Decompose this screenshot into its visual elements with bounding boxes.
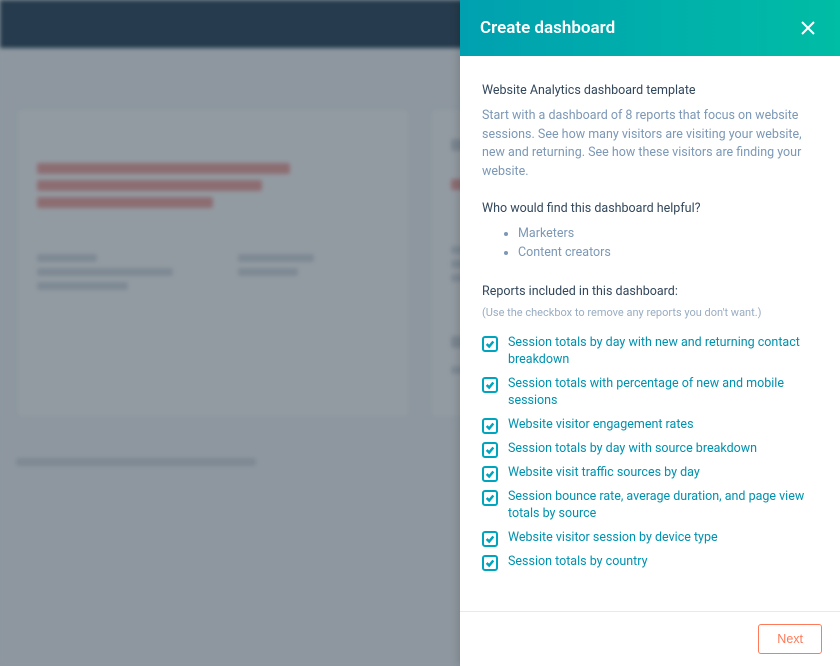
report-checkbox[interactable] — [482, 418, 498, 434]
report-row: Website visitor session by device type — [482, 530, 818, 547]
report-label: Session bounce rate, average duration, a… — [508, 489, 818, 523]
report-row: Session bounce rate, average duration, a… — [482, 489, 818, 523]
drawer-title: Create dashboard — [480, 18, 615, 38]
helpful-list-item: Content creators — [518, 244, 818, 263]
drawer-footer: Next — [460, 611, 840, 666]
check-icon — [485, 558, 495, 568]
helpful-list-item: Marketers — [518, 225, 818, 244]
check-icon — [485, 493, 495, 503]
reports-list: Session totals by day with new and retur… — [482, 335, 818, 570]
report-row: Session totals by day with source breakd… — [482, 441, 818, 458]
report-label: Session totals with percentage of new an… — [508, 376, 818, 410]
report-row: Session totals by country — [482, 554, 818, 571]
report-label: Session totals by day with source breakd… — [508, 441, 757, 458]
report-row: Website visit traffic sources by day — [482, 465, 818, 482]
report-label: Session totals by day with new and retur… — [508, 335, 818, 369]
close-button[interactable] — [796, 16, 820, 40]
report-checkbox[interactable] — [482, 442, 498, 458]
report-row: Session totals with percentage of new an… — [482, 376, 818, 410]
template-name: Website Analytics dashboard template — [482, 82, 818, 101]
create-dashboard-drawer: Create dashboard Website Analytics dashb… — [460, 0, 840, 666]
drawer-body: Website Analytics dashboard template Sta… — [460, 56, 840, 611]
report-label: Session totals by country — [508, 554, 647, 571]
report-checkbox[interactable] — [482, 490, 498, 506]
report-checkbox[interactable] — [482, 555, 498, 571]
report-label: Website visitor engagement rates — [508, 417, 694, 434]
report-checkbox[interactable] — [482, 466, 498, 482]
reports-note: (Use the checkbox to remove any reports … — [482, 305, 818, 322]
close-icon — [800, 20, 816, 36]
template-description: Start with a dashboard of 8 reports that… — [482, 107, 818, 182]
report-label: Website visitor session by device type — [508, 530, 718, 547]
report-checkbox[interactable] — [482, 377, 498, 393]
drawer-header: Create dashboard — [460, 0, 840, 56]
check-icon — [485, 534, 495, 544]
check-icon — [485, 380, 495, 390]
report-checkbox[interactable] — [482, 531, 498, 547]
report-row: Website visitor engagement rates — [482, 417, 818, 434]
check-icon — [485, 469, 495, 479]
report-label: Website visit traffic sources by day — [508, 465, 700, 482]
next-button[interactable]: Next — [758, 624, 822, 654]
helpful-heading: Who would find this dashboard helpful? — [482, 200, 818, 219]
reports-heading: Reports included in this dashboard: — [482, 283, 818, 302]
report-checkbox[interactable] — [482, 336, 498, 352]
check-icon — [485, 339, 495, 349]
report-row: Session totals by day with new and retur… — [482, 335, 818, 369]
helpful-list: Marketers Content creators — [482, 225, 818, 264]
check-icon — [485, 445, 495, 455]
check-icon — [485, 421, 495, 431]
